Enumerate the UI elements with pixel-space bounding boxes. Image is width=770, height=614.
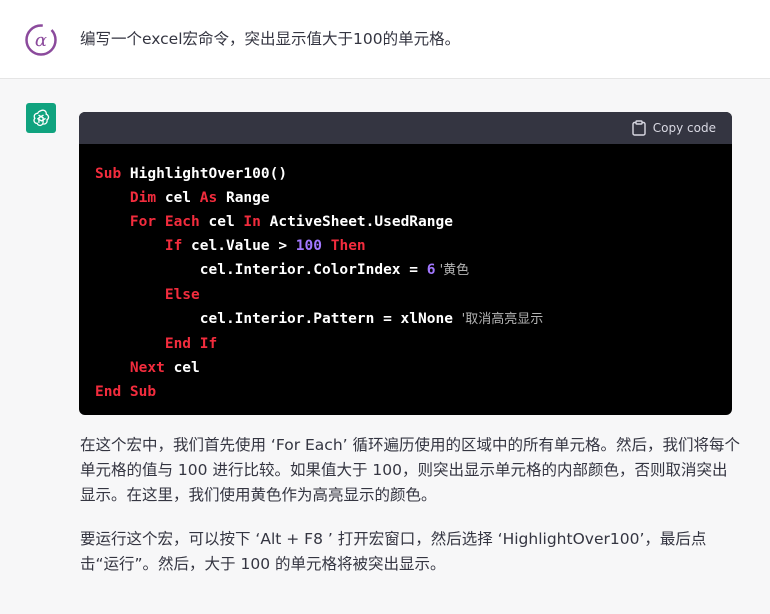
assistant-avatar-openai-logo-icon [26, 103, 56, 133]
code-line: Dim cel As Range [95, 186, 716, 210]
code-token: If [95, 238, 192, 254]
code-line: End If [95, 332, 716, 356]
code-token: Range [225, 190, 270, 206]
copy-code-button[interactable]: Copy code [632, 120, 716, 136]
code-token: For Each [95, 214, 209, 230]
code-token: In [243, 214, 270, 230]
code-line: cel.Interior.Pattern = xlNone '取消高亮显示 [95, 307, 716, 332]
user-avatar-alpha-logo-icon: α [25, 24, 57, 56]
code-token: cel.Interior.ColorIndex = [95, 262, 427, 278]
user-message-text: 编写一个excel宏命令，突出显示值大于100的单元格。 [80, 30, 461, 48]
code-line: Next cel [95, 356, 716, 380]
code-token: Next [95, 360, 174, 376]
assistant-paragraph-2: 要运行这个宏，可以按下 ‘Alt + F8 ’ 打开宏窗口，然后选择 ‘High… [80, 530, 707, 573]
code-token: ActiveSheet.UsedRange [269, 214, 453, 230]
code-token: cel [173, 360, 200, 376]
assistant-message-row: Copy code Sub HighlightOver100() Dim cel… [0, 79, 770, 614]
clipboard-icon [632, 120, 646, 136]
code-line: For Each cel In ActiveSheet.UsedRange [95, 210, 716, 234]
code-token: '黄色 [435, 263, 470, 278]
code-line: Sub HighlightOver100() [95, 162, 716, 186]
code-token: Dim [95, 190, 165, 206]
code-token: As [199, 190, 226, 206]
code-token: Then [322, 238, 366, 254]
code-line: Else [95, 283, 716, 307]
code-token: End Sub [95, 384, 157, 400]
user-message-row: α 编写一个excel宏命令，突出显示值大于100的单元格。 [0, 0, 770, 79]
code-block-header: Copy code [79, 112, 732, 144]
assistant-paragraph-1: 在这个宏中，我们首先使用 ‘For Each’ 循环遍历使用的区域中的所有单元格… [80, 436, 740, 504]
code-token: cel [164, 190, 200, 206]
code-token: Sub [95, 166, 130, 182]
code-line: If cel.Value > 100 Then [95, 234, 716, 258]
code-line: End Sub [95, 380, 716, 404]
code-token: cel.Interior.Pattern = xlNone [95, 311, 462, 327]
code-token: cel [208, 214, 244, 230]
code-content[interactable]: Sub HighlightOver100() Dim cel As Range … [79, 144, 732, 404]
code-token: cel.Value > [191, 238, 296, 254]
svg-text:α: α [35, 30, 47, 51]
code-token: 100 [295, 238, 322, 254]
code-token: End If [95, 336, 218, 352]
code-block: Copy code Sub HighlightOver100() Dim cel… [79, 112, 732, 415]
copy-code-label: Copy code [652, 121, 716, 135]
code-token: Else [95, 287, 200, 303]
code-line: cel.Interior.ColorIndex = 6 '黄色 [95, 258, 716, 283]
code-token: '取消高亮显示 [461, 312, 544, 327]
code-token: HighlightOver100() [129, 166, 288, 182]
